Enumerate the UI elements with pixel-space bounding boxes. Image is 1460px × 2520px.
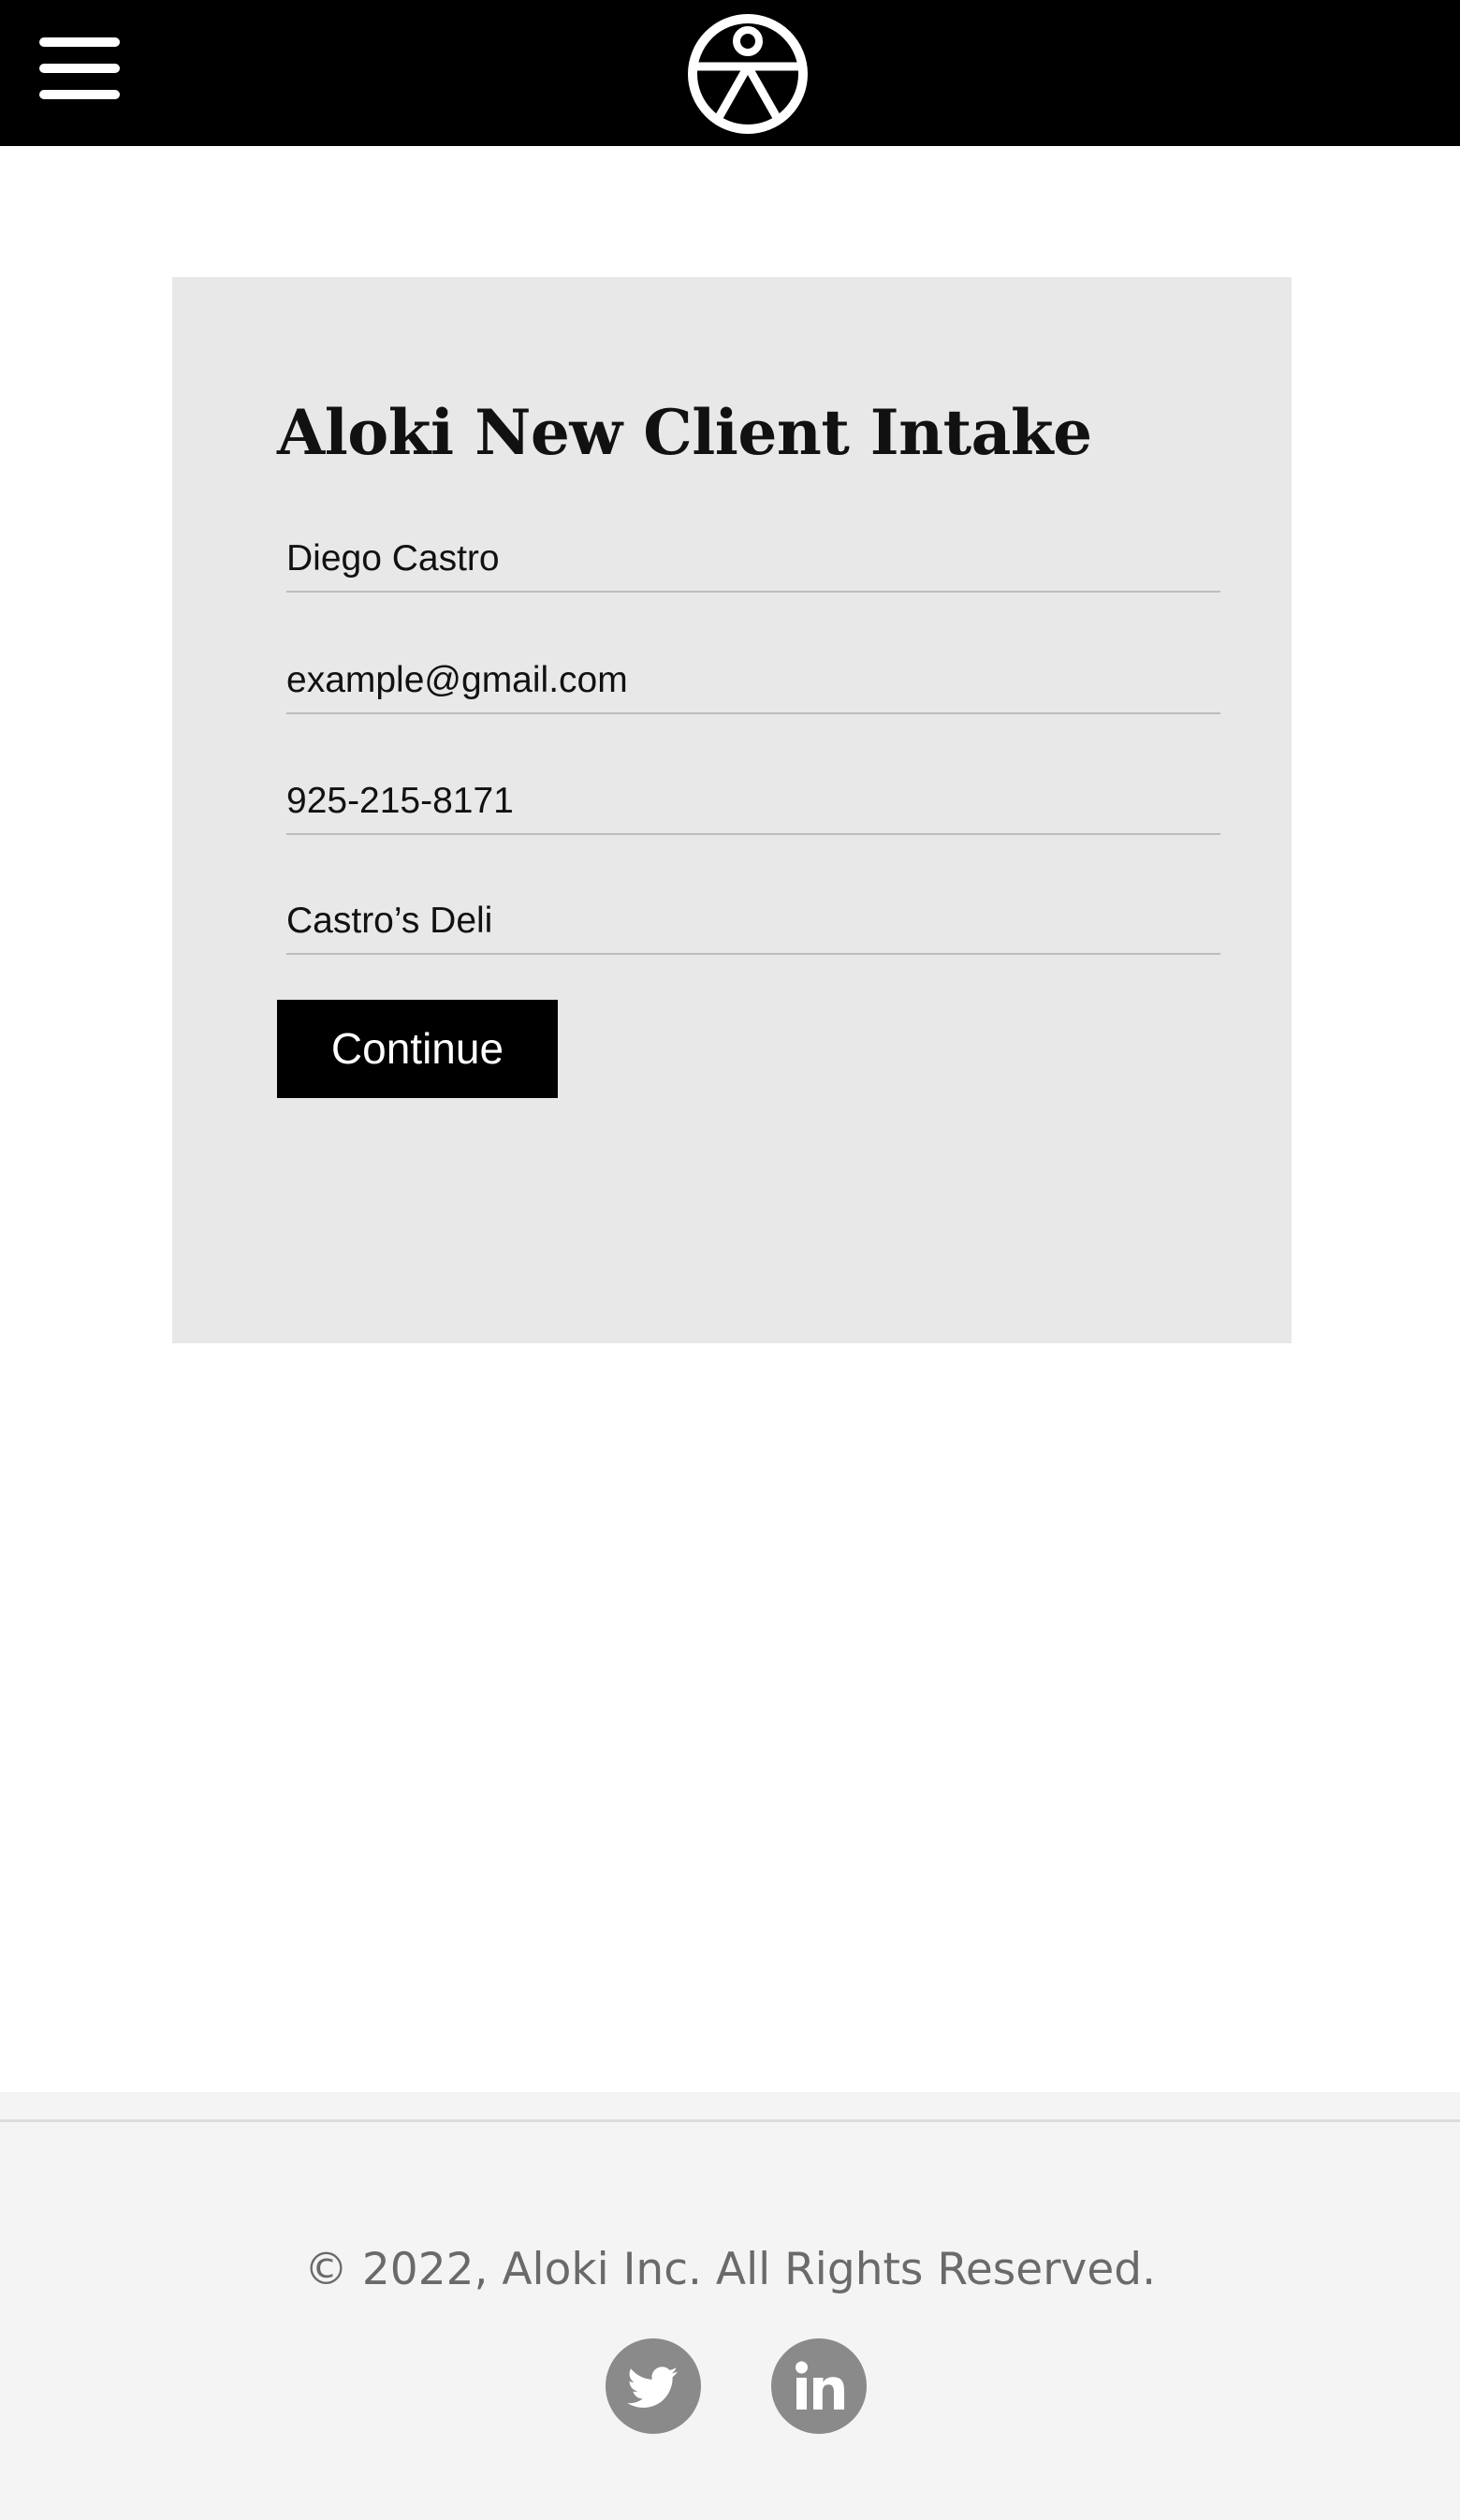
continue-button[interactable]: Continue: [277, 1000, 558, 1098]
name-field: [286, 525, 1220, 593]
twitter-icon[interactable]: [606, 2338, 701, 2434]
phone-input[interactable]: [286, 777, 1213, 826]
page-footer: © 2022, Aloki Inc. All Rights Reserved.: [0, 2092, 1460, 2520]
client-intake-form: Aloki New Client Intake Continue: [172, 277, 1292, 1343]
email-input[interactable]: [286, 656, 1213, 705]
phone-field: [286, 768, 1220, 835]
business-name-input[interactable]: [286, 897, 1213, 945]
form-title: Aloki New Client Intake: [277, 396, 1092, 469]
aloki-logo-icon[interactable]: [684, 10, 811, 138]
email-field: [286, 647, 1220, 714]
top-navigation-bar: [0, 0, 1460, 146]
business-name-field: [286, 887, 1220, 955]
footer-divider: [0, 2119, 1460, 2122]
linkedin-icon[interactable]: [771, 2338, 867, 2434]
name-input[interactable]: [286, 535, 1213, 583]
copyright-text: © 2022, Aloki Inc. All Rights Reserved.: [303, 2244, 1157, 2295]
hamburger-menu-icon[interactable]: [36, 34, 125, 103]
page: Aloki New Client Intake Continue © 2022,…: [0, 0, 1460, 2520]
